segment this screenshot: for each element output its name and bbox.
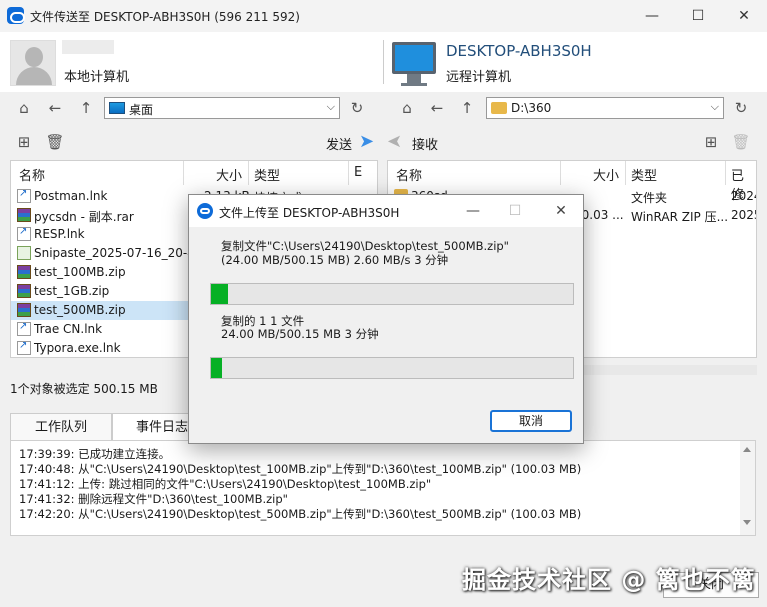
shortcut-icon (17, 321, 31, 336)
teamviewer-icon (7, 7, 25, 24)
column-header-type[interactable]: 类型 (254, 165, 280, 189)
local-computer-label: 本地计算机 (64, 70, 130, 85)
refresh-icon[interactable]: ↻ (731, 98, 751, 118)
log-line: 17:40:48: 从"C:\Users\24190\Desktop\test_… (19, 462, 582, 476)
selection-status: 1个对象被选定 500.15 MB (10, 382, 158, 396)
refresh-icon[interactable]: ↻ (347, 98, 367, 118)
maximize-button: ☐ (508, 203, 522, 219)
shortcut-icon (17, 188, 31, 203)
back-arrow-icon[interactable]: ← (45, 98, 65, 118)
close-window-button[interactable]: ✕ (721, 0, 767, 32)
column-header-name[interactable]: 名称 (19, 165, 209, 189)
minimize-button[interactable]: — (451, 195, 495, 227)
remote-computer-label: 远程计算机 (446, 70, 512, 85)
remote-computer-name: DESKTOP-ABH3S0H (446, 42, 592, 60)
remote-computer-icon (392, 42, 436, 74)
action-bar: ⊞ 🗑 发送 ➤ ➤ 接收 ⊞ 🗑 (0, 128, 767, 156)
computer-header: 本地计算机 DESKTOP-ABH3S0H 远程计算机 (0, 32, 767, 92)
dialog-title-bar: 文件上传至 DESKTOP-ABH3S0H — ☐ ✕ (189, 195, 583, 227)
chevron-down-icon: ⌵ (710, 100, 719, 113)
send-button[interactable]: 发送 (326, 134, 352, 153)
local-nav-bar: ⌂ ← ↑ 桌面 ⌵ ↻ (0, 92, 383, 124)
log-line: 17:41:12: 上传: 跳过相同的文件"C:\Users\24190\Des… (19, 477, 432, 491)
upload-progress-dialog: 文件上传至 DESKTOP-ABH3S0H — ☐ ✕ 复制文件"C:\User… (188, 194, 584, 444)
new-folder-icon[interactable]: ⊞ (701, 132, 721, 152)
teamviewer-icon (197, 203, 213, 219)
folder-icon (491, 102, 507, 114)
log-line: 17:42:20: 从"C:\Users\24190\Desktop\test_… (19, 507, 582, 521)
local-path-select[interactable]: 桌面 ⌵ (104, 97, 340, 119)
tab-work-queue[interactable]: 工作队列 (10, 413, 112, 441)
log-line: 17:39:39: 已成功建立连接。 (19, 447, 171, 461)
remote-nav-bar: ⌂ ← ↑ D:\360 ⌵ ↻ (384, 92, 767, 124)
column-header-size[interactable]: 大小 (216, 165, 242, 189)
column-header-size[interactable]: 大小 (593, 165, 619, 189)
back-arrow-icon[interactable]: ← (427, 98, 447, 118)
up-arrow-icon[interactable]: ↑ (76, 98, 96, 118)
rar-icon (17, 208, 31, 222)
rar-icon (17, 303, 31, 317)
cancel-button[interactable]: 取消 (490, 410, 572, 432)
total-progress-stats: 24.00 MB/500.15 MB 3 分钟 (221, 327, 379, 341)
receive-button[interactable]: 接收 (412, 134, 438, 153)
maximize-button[interactable]: ☐ (675, 0, 721, 32)
log-scrollbar[interactable] (740, 441, 755, 535)
column-header-date[interactable]: E (354, 165, 362, 189)
chevron-down-icon: ⌵ (326, 100, 335, 113)
column-header-name[interactable]: 名称 (396, 165, 422, 189)
minimize-button[interactable]: — (629, 0, 675, 32)
new-folder-icon[interactable]: ⊞ (14, 132, 34, 152)
remote-path-select[interactable]: D:\360 ⌵ (486, 97, 724, 119)
receive-arrow-icon[interactable]: ➤ (387, 131, 402, 152)
file-progress-fill (211, 284, 228, 304)
local-path-text: 桌面 (129, 103, 154, 117)
close-dialog-button[interactable]: ✕ (539, 195, 583, 227)
column-header-type[interactable]: 类型 (631, 165, 657, 189)
rar-icon (17, 284, 31, 298)
title-bar: 文件传送至 DESKTOP-ABH3S0H (596 211 592) — ☐ … (0, 0, 767, 32)
watermark: 掘金技术社区 @ 篱也不篱 (462, 566, 756, 594)
local-user-avatar (10, 40, 56, 86)
trash-icon[interactable]: 🗑 (45, 132, 65, 152)
dialog-title: 文件上传至 DESKTOP-ABH3S0H (219, 206, 400, 220)
file-progress-bar (210, 283, 574, 305)
header-divider (383, 40, 384, 84)
remote-path-text: D:\360 (511, 101, 552, 115)
redacted-username (62, 40, 114, 54)
rar-icon (17, 265, 31, 279)
total-progress-fill (211, 358, 222, 378)
home-icon[interactable]: ⌂ (14, 98, 34, 118)
trash-icon[interactable]: 🗑 (731, 132, 751, 152)
png-icon (17, 246, 31, 260)
total-progress-bar (210, 357, 574, 379)
log-line: 17:41:32: 删除远程文件"D:\360\test_100MB.zip" (19, 492, 288, 506)
desktop-icon (109, 102, 125, 114)
shortcut-icon (17, 340, 31, 355)
window-title: 文件传送至 DESKTOP-ABH3S0H (596 211 592) (30, 10, 300, 24)
up-arrow-icon[interactable]: ↑ (457, 98, 477, 118)
event-log: 17:39:39: 已成功建立连接。 17:40:48: 从"C:\Users\… (10, 440, 756, 536)
send-arrow-icon[interactable]: ➤ (359, 131, 374, 152)
shortcut-icon (17, 226, 31, 241)
column-header-date[interactable]: 已修 (731, 165, 756, 203)
home-icon[interactable]: ⌂ (397, 98, 417, 118)
file-progress-stats: (24.00 MB/500.15 MB) 2.60 MB/s 3 分钟 (221, 253, 449, 267)
